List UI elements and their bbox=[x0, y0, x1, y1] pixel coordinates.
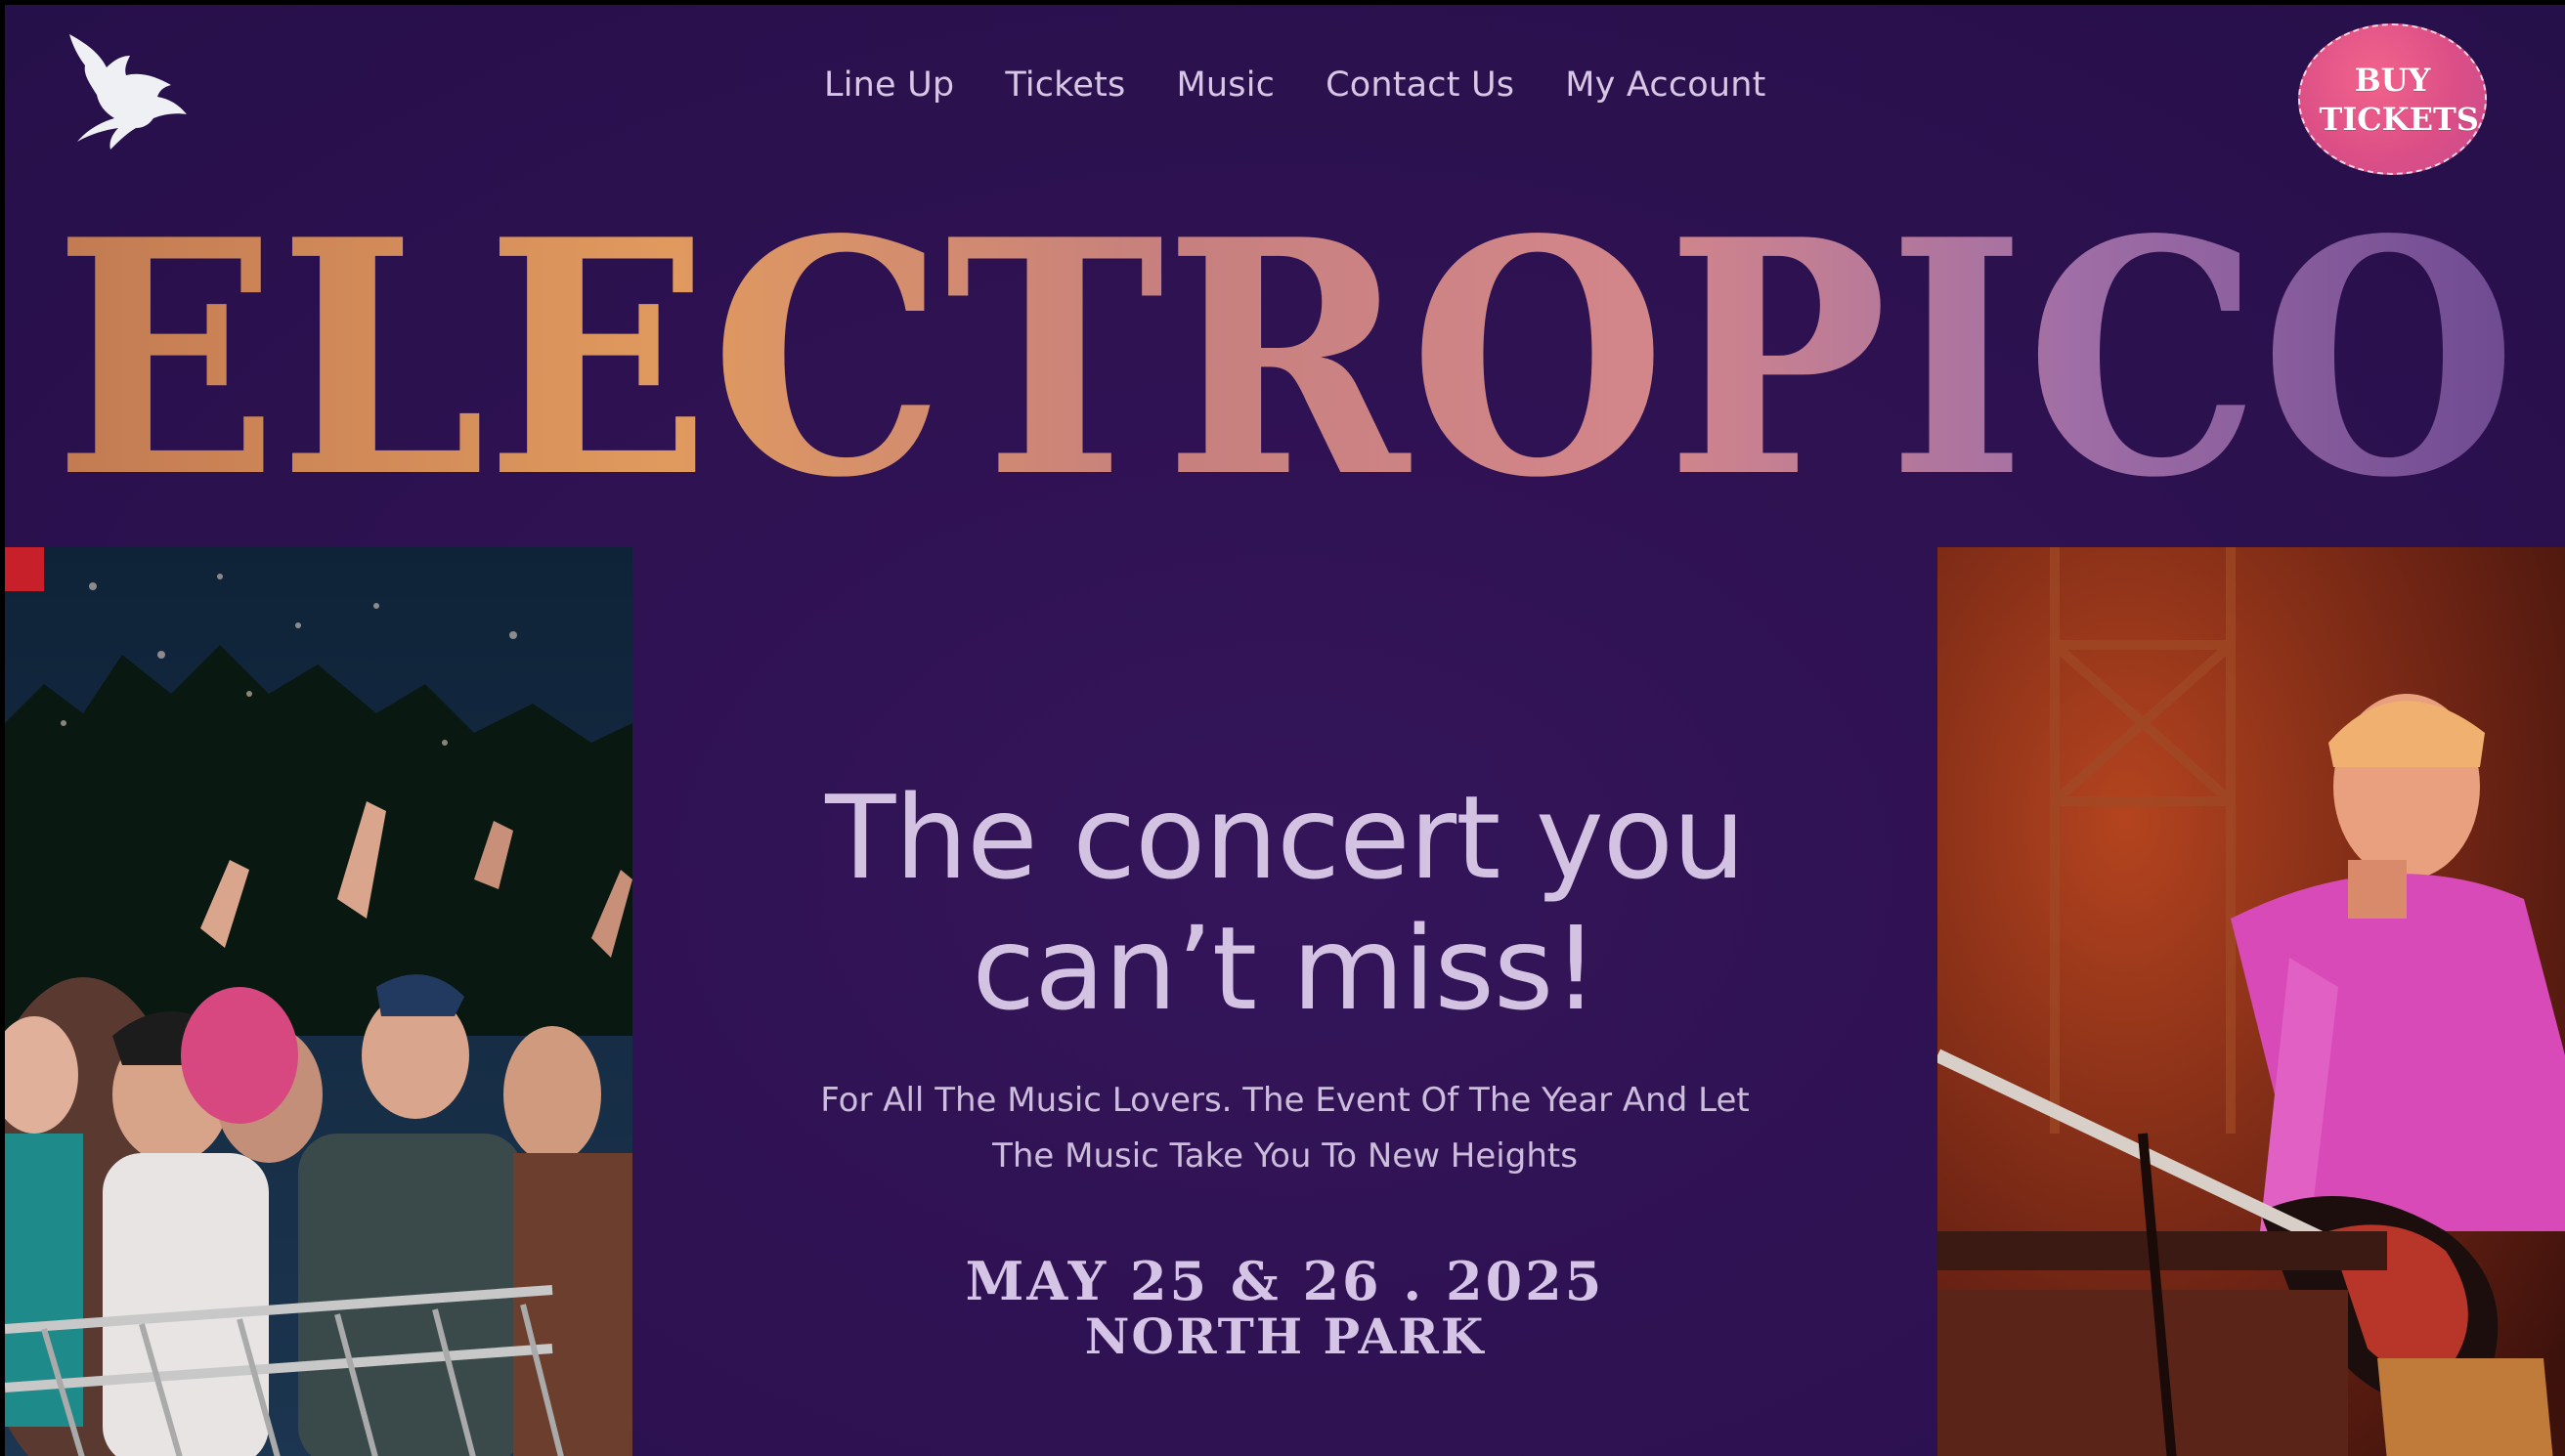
dragon-logo-icon[interactable] bbox=[62, 26, 191, 153]
page: Line Up Tickets Music Contact Us My Acco… bbox=[5, 5, 2565, 1456]
hero-subtext: For All The Music Lovers. The Event Of T… bbox=[820, 1081, 1750, 1176]
event-date: MAY 25 & 26 . 2025 bbox=[965, 1250, 1605, 1312]
buy-tickets-label: BUY TICKETS bbox=[2319, 61, 2479, 138]
electropico-wordmark: ELECTROPICO bbox=[54, 189, 2517, 492]
nav-item-contact-us[interactable]: Contact Us bbox=[1326, 65, 1514, 105]
hero-section: The concert you can’t miss! For All The … bbox=[632, 772, 1937, 1364]
hero-headline: The concert you can’t miss! bbox=[825, 770, 1745, 1036]
event-venue: NORTH PARK bbox=[1084, 1307, 1486, 1365]
nav-item-my-account[interactable]: My Account bbox=[1565, 65, 1765, 105]
nav-item-line-up[interactable]: Line Up bbox=[824, 65, 954, 105]
guitarist-photo bbox=[1937, 547, 2565, 1456]
nav-item-music[interactable]: Music bbox=[1177, 65, 1276, 105]
main-nav: Line Up Tickets Music Contact Us My Acco… bbox=[824, 65, 1766, 105]
crowd-photo bbox=[5, 547, 632, 1456]
nav-item-tickets[interactable]: Tickets bbox=[1005, 65, 1125, 105]
wordmark-text: ELECTROPICO bbox=[54, 189, 2517, 492]
buy-tickets-button[interactable]: BUY TICKETS bbox=[2298, 23, 2487, 175]
